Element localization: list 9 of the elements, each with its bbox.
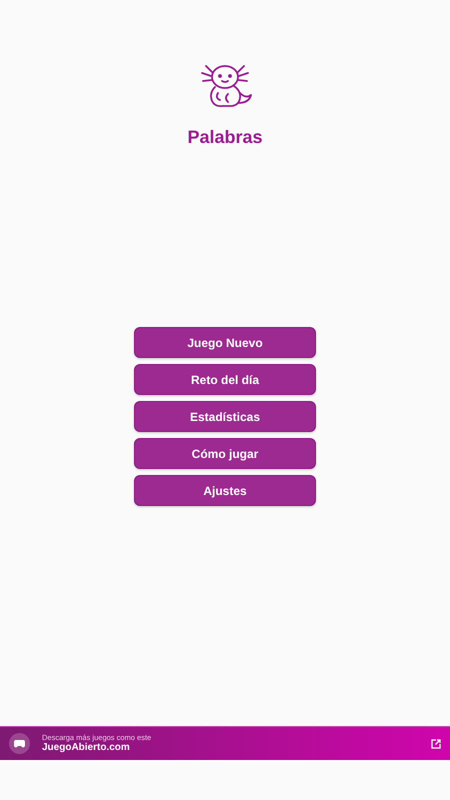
gamepad-icon <box>9 733 30 754</box>
app-title: Palabras <box>187 126 263 148</box>
menu-button[interactable]: Juego Nuevo <box>134 327 316 358</box>
menu-button[interactable]: Cómo jugar <box>134 438 316 469</box>
site-link[interactable]: JuegoAbierto.com <box>42 742 423 754</box>
menu-button[interactable]: Ajustes <box>134 475 316 506</box>
external-link-icon[interactable] <box>431 738 441 748</box>
menu-button[interactable]: Reto del día <box>134 364 316 395</box>
menu-button[interactable]: Estadísticas <box>134 401 316 432</box>
